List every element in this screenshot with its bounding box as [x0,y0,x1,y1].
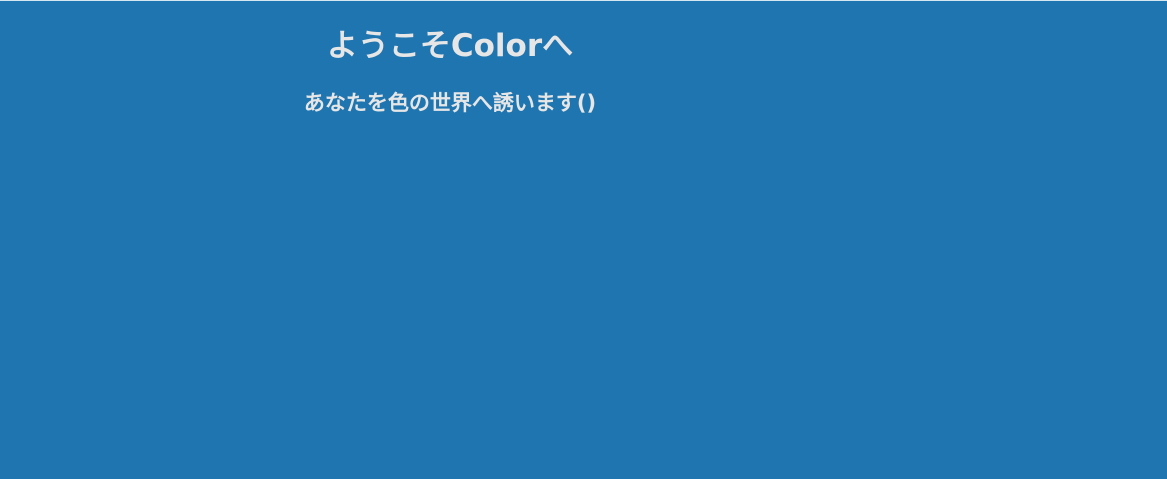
page-title: ようこそColorへ [326,28,574,64]
page-subtitle: あなたを色の世界へ誘います() [303,91,597,115]
page-background: ようこそColorへ あなたを色の世界へ誘います() [0,0,1167,479]
hero-section: ようこそColorへ あなたを色の世界へ誘います() [0,1,900,117]
